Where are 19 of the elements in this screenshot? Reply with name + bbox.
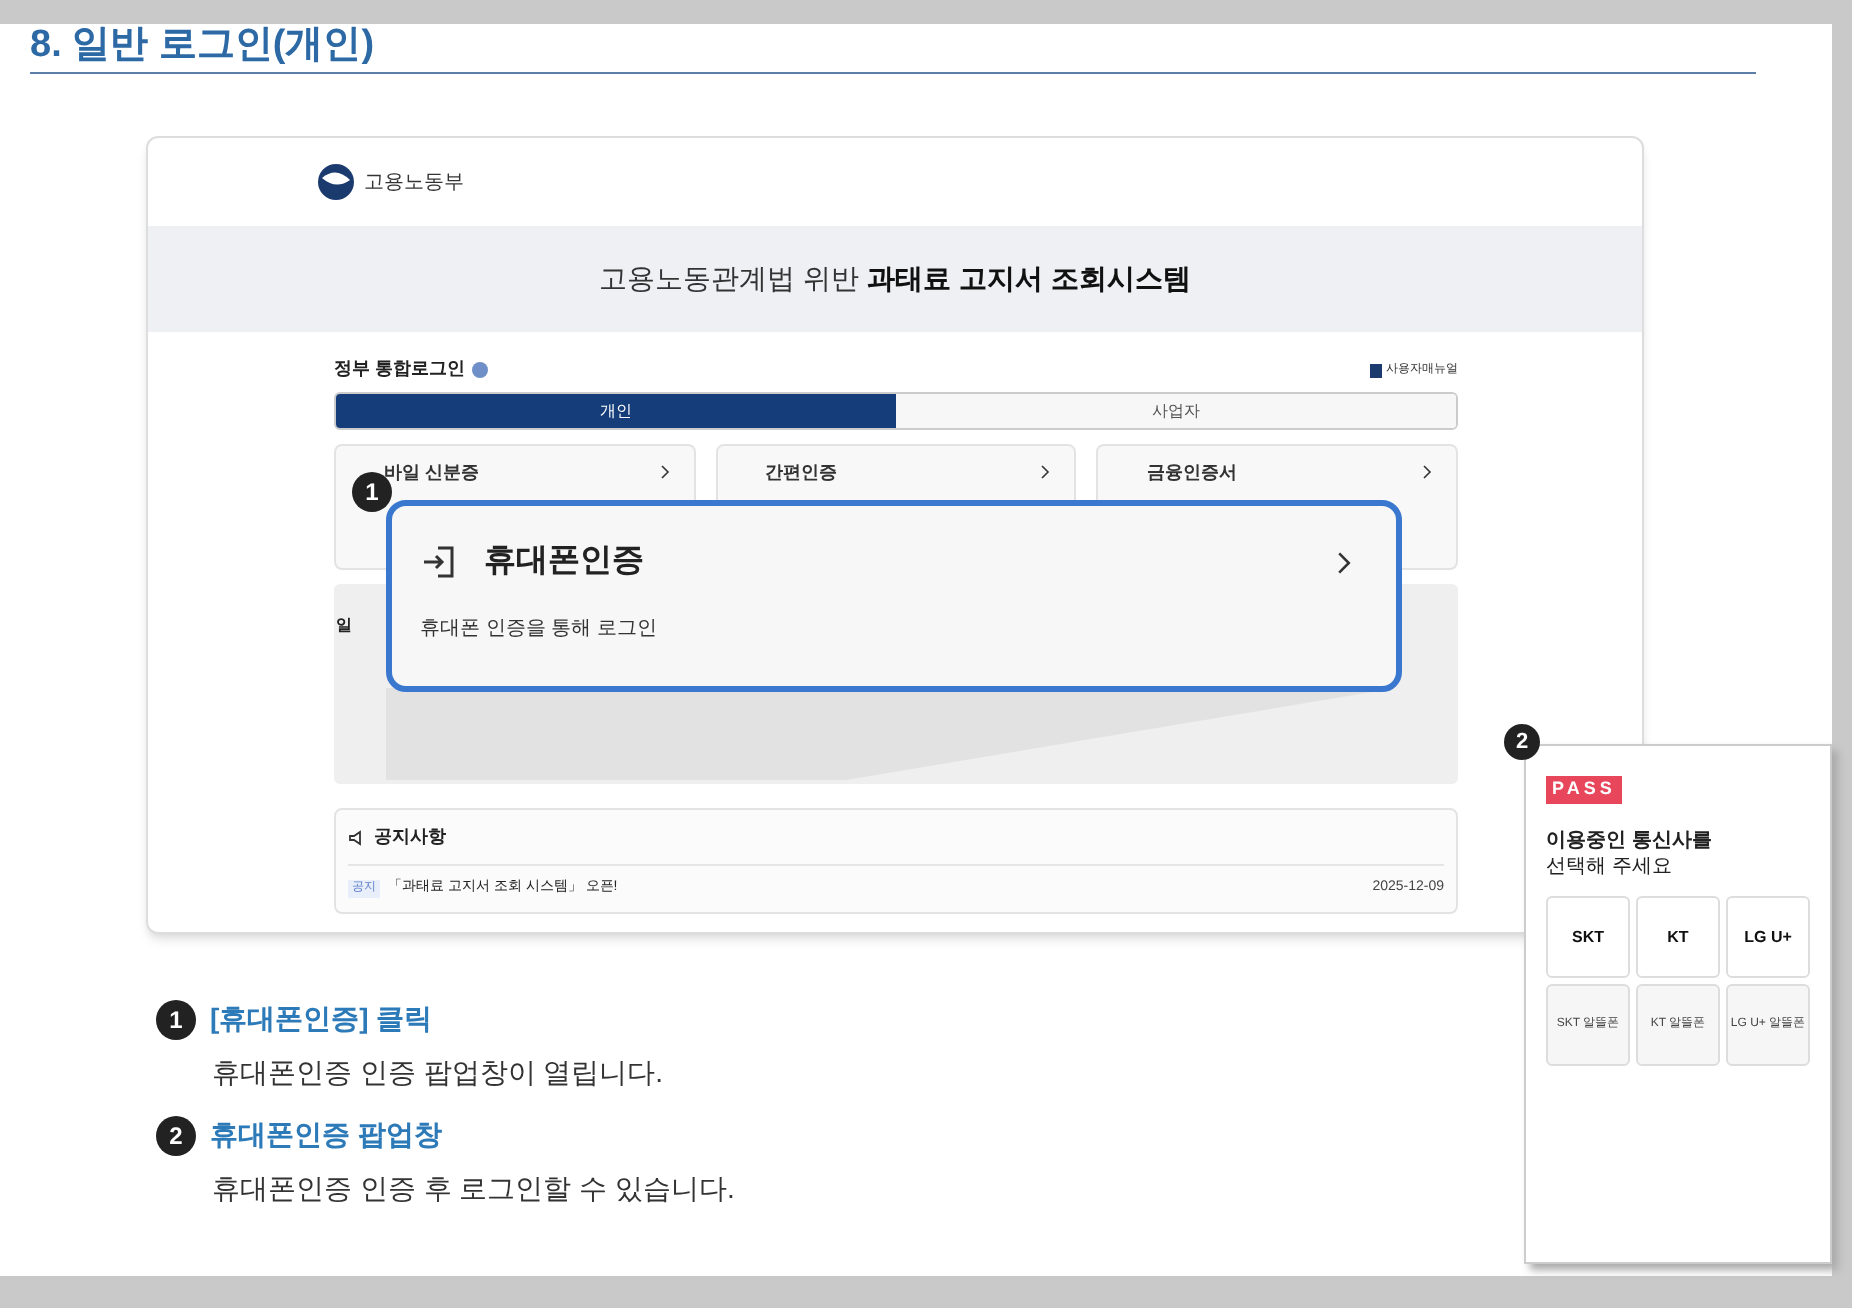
step-description: 휴대폰인증 인증 팝업창이 열립니다. <box>212 1054 666 1092</box>
step-title: [휴대폰인증] 클릭 <box>210 1000 433 1038</box>
callout-title: 휴대폰인증 <box>484 542 644 582</box>
step-title: 휴대폰인증 팝업창 <box>210 1116 442 1154</box>
step-number: 2 <box>156 1115 196 1155</box>
notice-title: 공지사항 <box>374 823 446 850</box>
step-description: 휴대폰인증 인증 후 로그인할 수 있습니다. <box>212 1170 737 1208</box>
pass-logo: PASS <box>1546 776 1622 803</box>
logo-text: 고용노동부 <box>364 169 464 197</box>
popup-heading: 이용중인 통신사를 <box>1546 827 1714 853</box>
method-title: 금융인증서 <box>1146 462 1237 482</box>
login-title: 정부 통합로그인 <box>334 356 466 383</box>
callout-description: 휴대폰 인증을 통해 로그인 <box>420 616 659 644</box>
section-label: 일 <box>336 616 352 634</box>
step-number: 1 <box>156 999 196 1039</box>
method-title: 간편인증 <box>765 462 838 482</box>
system-title: 고용노동관계법 위반 과태료 고지서 조회시스템 <box>599 260 1191 298</box>
popup-subheading: 선택해 주세요 <box>1546 853 1674 879</box>
page-heading: 8. 일반 로그인(개인) <box>30 24 377 68</box>
